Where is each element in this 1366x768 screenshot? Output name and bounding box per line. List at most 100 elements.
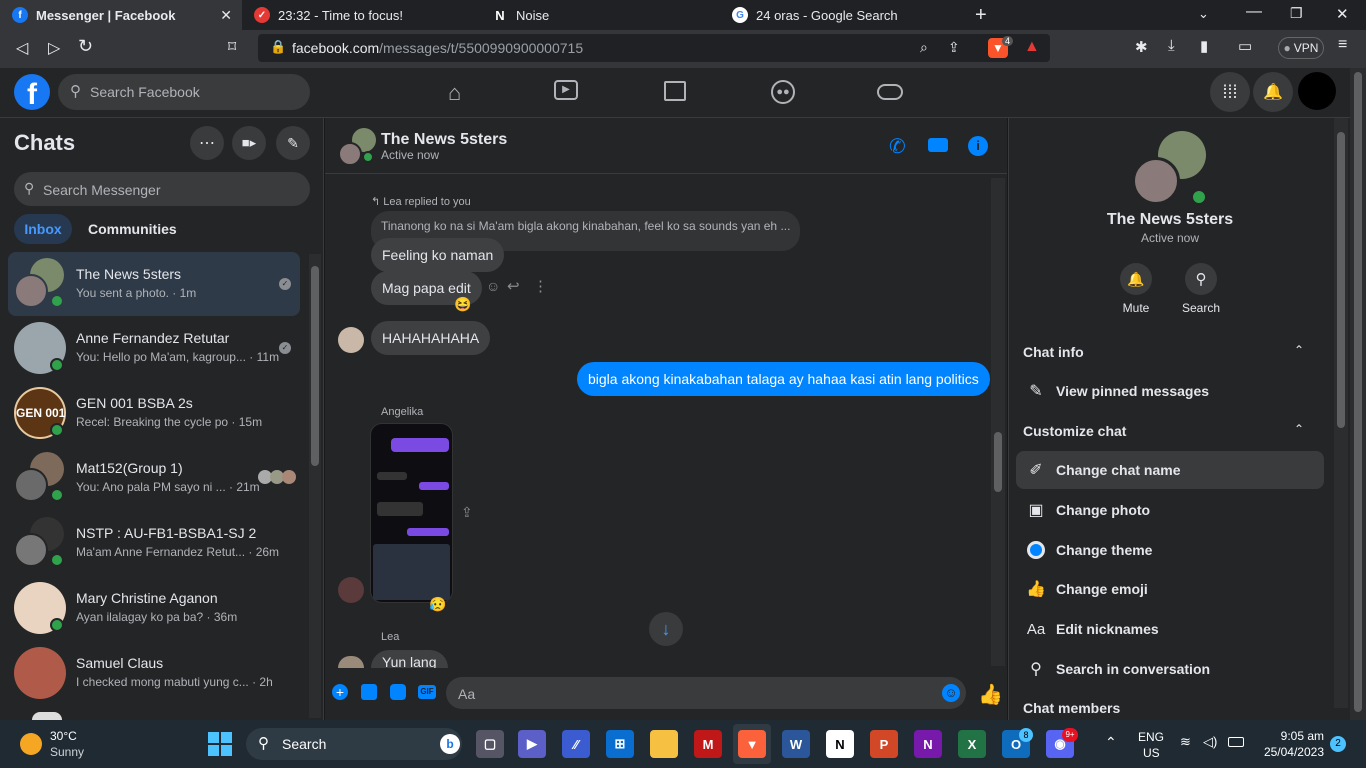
more-options-icon[interactable]: ⋯ [190, 126, 224, 160]
video-call-icon[interactable] [928, 138, 948, 152]
change-theme[interactable]: Change theme [1016, 531, 1324, 569]
facebook-search-input[interactable]: ⚲ Search Facebook [58, 74, 310, 110]
vpn-button[interactable]: ● VPN [1278, 37, 1324, 59]
view-pinned-messages[interactable]: ✎ View pinned messages [1016, 372, 1324, 410]
change-photo[interactable]: ▣ Change photo [1016, 491, 1324, 529]
info-scrollbar[interactable] [1334, 118, 1348, 708]
share-icon[interactable]: ⇪ [948, 39, 960, 56]
url-bar[interactable]: 🔒 facebook.com/messages/t/55009909000007… [258, 34, 1050, 62]
sender-avatar[interactable] [338, 577, 364, 603]
sticker-icon[interactable] [390, 684, 406, 700]
bookmark-icon[interactable]: ⌑ [228, 37, 236, 57]
close-window-icon[interactable]: ✕ [1336, 5, 1349, 23]
tab-messenger[interactable]: f Messenger | Facebook ✕ [0, 0, 242, 30]
extensions-icon[interactable]: ✱ [1135, 38, 1148, 56]
messenger-search-input[interactable]: ⚲ Search Messenger [14, 172, 310, 206]
reaction-emoji[interactable]: 😥 [429, 596, 446, 613]
menu-icon[interactable]: ≡ [1338, 36, 1347, 54]
home-icon[interactable]: ⌂ [448, 80, 461, 106]
scroll-to-bottom-icon[interactable]: ↓ [649, 612, 683, 646]
powerpoint-icon[interactable]: P [870, 730, 898, 758]
new-tab-icon[interactable]: + [975, 4, 987, 27]
minimize-icon[interactable]: — [1246, 3, 1262, 21]
language-top[interactable]: ENG [1138, 730, 1164, 744]
chat-item[interactable]: The News 5sters You sent a photo. · 1m ✓ [8, 252, 300, 316]
tab-inbox[interactable]: Inbox [14, 214, 72, 244]
watch-icon[interactable]: ▶ [554, 80, 578, 100]
message-bubble[interactable]: HAHAHAHAHA [371, 321, 491, 355]
tab-list-icon[interactable]: ⌄ [1198, 6, 1209, 22]
mcafee-icon[interactable]: M [694, 730, 722, 758]
video-call-room-icon[interactable]: ■▸ [232, 126, 266, 160]
gaming-icon[interactable] [877, 84, 903, 100]
mute-icon[interactable]: 🔔 [1120, 263, 1152, 295]
tab-focus[interactable]: ✓ 23:32 - Time to focus! [242, 0, 480, 30]
share-icon[interactable]: ⇪ [461, 504, 473, 521]
marketplace-icon[interactable] [664, 81, 686, 101]
onenote-icon[interactable]: N [914, 730, 942, 758]
chat-item[interactable]: Samuel Claus I checked mong mabuti yung … [8, 641, 300, 705]
tab-communities[interactable]: Communities [88, 221, 177, 237]
notion-icon[interactable]: N [826, 730, 854, 758]
change-chat-name[interactable]: ✐ Change chat name [1016, 451, 1324, 489]
reply-icon[interactable]: ↩ [507, 277, 520, 295]
reload-icon[interactable]: ↻ [78, 36, 93, 57]
my-message-bubble[interactable]: bigla akong kinakabahan talaga ay hahaa … [577, 362, 990, 396]
wallet-icon[interactable]: ▭ [1238, 37, 1252, 55]
bing-icon[interactable]: b [440, 734, 460, 754]
teams-icon[interactable]: ▶ [518, 730, 546, 758]
messages-scrollbar[interactable] [991, 178, 1005, 666]
photo-icon[interactable] [361, 684, 377, 700]
search-icon[interactable]: ⚲ [1185, 263, 1217, 295]
change-emoji[interactable]: 👍 Change emoji [1016, 570, 1324, 608]
tab-noise[interactable]: N Noise [480, 0, 720, 30]
message-bubble[interactable]: Yun lang [371, 650, 448, 668]
groups-icon[interactable]: ●● [771, 80, 795, 104]
phone-icon[interactable]: ✆ [889, 134, 906, 159]
section-chat-info[interactable]: Chat info ⌃ [1016, 333, 1324, 371]
excel-icon[interactable]: X [958, 730, 986, 758]
volume-icon[interactable]: ◁) [1203, 734, 1217, 750]
wifi-icon[interactable]: ≋ [1180, 734, 1191, 750]
chat-item[interactable]: NSTP : AU-FB1-BSBA1-SJ 2 Ma'am Anne Fern… [8, 511, 300, 575]
section-chat-members[interactable]: Chat members [1023, 700, 1120, 720]
task-view-icon[interactable]: ▢ [476, 730, 504, 758]
new-message-icon[interactable]: ✎ [276, 126, 310, 160]
message-input[interactable]: Aa ☺ [446, 677, 966, 709]
reaction-emoji[interactable]: 😆 [454, 296, 471, 313]
edit-nicknames[interactable]: Aa Edit nicknames [1016, 610, 1324, 648]
show-hidden-icons[interactable]: ⌃ [1105, 734, 1117, 751]
section-customize-chat[interactable]: Customize chat ⌃ [1016, 412, 1324, 450]
add-attachment-icon[interactable]: + [332, 684, 348, 700]
sender-avatar[interactable] [338, 327, 364, 353]
store-icon[interactable]: ⊞ [606, 730, 634, 758]
taskbar-search[interactable]: ⚲ Search b [246, 728, 462, 760]
maximize-icon[interactable]: ❐ [1290, 5, 1303, 22]
battery-icon[interactable] [1228, 737, 1244, 747]
chat-item[interactable]: Mary Christine Aganon Ayan ilalagay ko p… [8, 576, 300, 640]
zoom-icon[interactable]: ⌕ [920, 39, 928, 56]
sun-icon[interactable] [20, 733, 42, 755]
app-icon[interactable]: ⁄⁄ [562, 730, 590, 758]
message-more-icon[interactable]: ⋮ [533, 277, 548, 295]
chats-scrollbar[interactable] [309, 254, 321, 718]
weather-temp[interactable]: 30°C [50, 729, 77, 743]
facebook-logo-icon[interactable]: f [14, 74, 50, 111]
forward-icon[interactable]: ▷ [48, 38, 60, 58]
word-icon[interactable]: W [782, 730, 810, 758]
close-tab-icon[interactable]: ✕ [220, 7, 232, 24]
message-bubble[interactable]: Feeling ko naman [371, 238, 505, 272]
sidebar-toggle-icon[interactable]: ▮ [1200, 37, 1208, 55]
photo-attachment[interactable] [370, 423, 453, 603]
chat-item[interactable]: GEN 001 GEN 001 BSBA 2s Recel: Breaking … [8, 381, 300, 445]
clock-time[interactable]: 9:05 am [1262, 729, 1324, 743]
downloads-icon[interactable]: ⤓ [1168, 37, 1175, 54]
back-icon[interactable]: ◁ [16, 38, 28, 58]
brave-rewards-icon[interactable]: ▲ [1024, 38, 1040, 56]
react-icon[interactable]: ☺ [486, 278, 500, 294]
notification-badge[interactable]: 2 [1330, 736, 1346, 752]
chat-item[interactable]: Anne Fernandez Retutar You: Hello po Ma'… [8, 316, 300, 380]
conversation-name[interactable]: The News 5sters [381, 131, 507, 149]
info-icon[interactable]: i [968, 136, 988, 156]
notifications-icon[interactable]: 🔔 [1253, 72, 1293, 112]
